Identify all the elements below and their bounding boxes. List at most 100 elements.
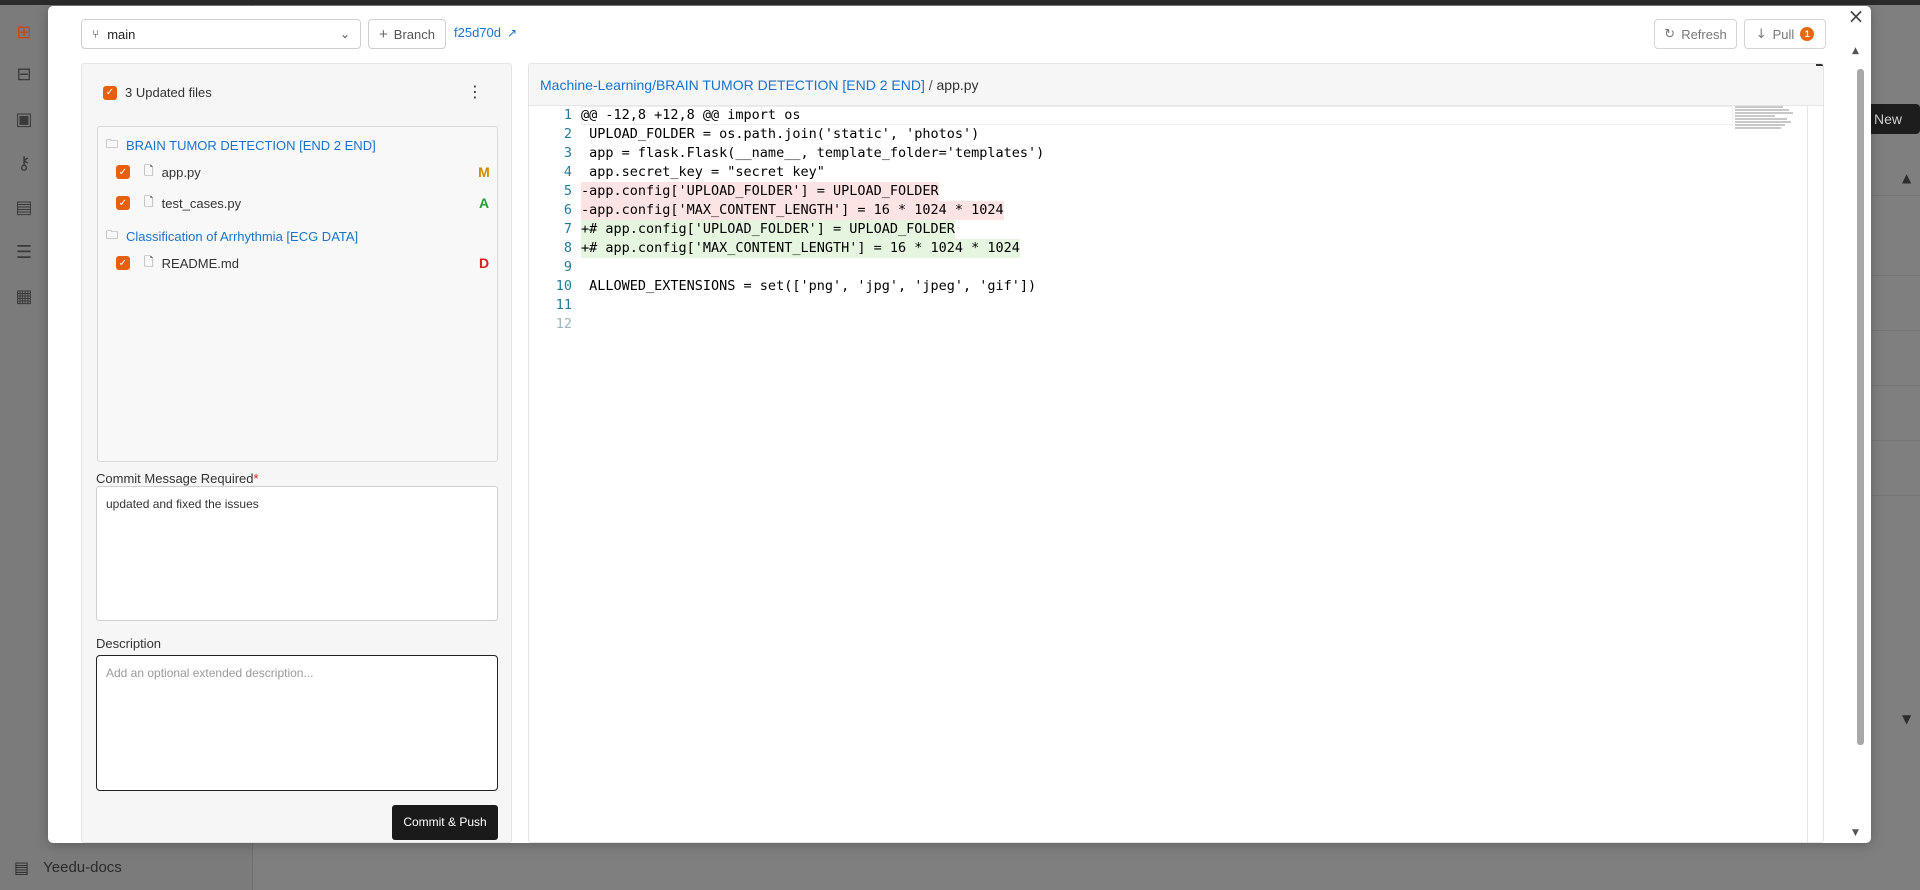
new-branch-button[interactable]: + Branch xyxy=(368,19,446,49)
file-name: app.py xyxy=(161,164,201,180)
board-icon[interactable]: ▤ xyxy=(14,198,34,218)
line-number: 1 xyxy=(563,107,572,123)
line-number: 2 xyxy=(563,126,572,142)
folder-name: BRAIN TUMOR DETECTION [END 2 END] xyxy=(126,138,376,153)
diff-line: 8 +# app.config['MAX_CONTENT_LENGTH'] = 1… xyxy=(529,239,1735,258)
folder-name: Classification of Arrhythmia [ECG DATA] xyxy=(126,229,359,244)
sort-caret-icon: ▲ xyxy=(1902,171,1912,185)
status-badge: M xyxy=(478,164,490,180)
changes-panel: ✓ 3 Updated files ⋮ 🗀 BRAIN TUMOR DETECT… xyxy=(81,63,512,843)
notebook-icon[interactable]: ▦ xyxy=(14,287,34,307)
commit-hash: f25d70d xyxy=(454,25,501,40)
diff-line: 4 app.secret_key = "secret key" xyxy=(529,163,1735,182)
dropdown-caret-icon: ▼ xyxy=(1902,712,1912,726)
close-icon[interactable]: × xyxy=(1846,6,1866,26)
diff-panel: Machine-Learning/BRAIN TUMOR DETECTION [… xyxy=(528,63,1824,843)
refresh-button[interactable]: ↻ Refresh xyxy=(1654,19,1737,49)
line-text: @@ -12,8 +12,8 @@ import os xyxy=(581,107,801,123)
diff-line: 3 app = flask.Flask(__name__, template_f… xyxy=(529,144,1735,163)
pull-count-badge: 1 xyxy=(1800,27,1815,41)
description-input[interactable] xyxy=(96,655,498,791)
line-text: -app.config['MAX_CONTENT_LENGTH'] = 16 *… xyxy=(581,201,1004,220)
breadcrumb-separator: / xyxy=(924,77,937,93)
badge-icon[interactable]: ▣ xyxy=(14,110,34,130)
database-icon[interactable]: ☰ xyxy=(14,243,34,263)
line-text: ALLOWED_EXTENSIONS = set(['png', 'jpg', … xyxy=(581,278,1037,294)
diff-line: 12 xyxy=(529,315,1735,334)
editor-minimap[interactable] xyxy=(1735,106,1793,130)
line-text: -app.config['UPLOAD_FOLDER'] = UPLOAD_FO… xyxy=(581,182,939,201)
commit-push-button[interactable]: Commit & Push xyxy=(392,805,498,840)
line-number: 11 xyxy=(555,297,572,313)
diff-editor[interactable]: 1 @@ -12,8 +12,8 @@ import os 2 UPLOAD_FOL… xyxy=(529,106,1807,842)
file-name: test_cases.py xyxy=(161,195,242,211)
diff-line: 9 xyxy=(529,258,1735,277)
file-checkbox[interactable]: ✓ xyxy=(116,196,130,210)
file-checkbox[interactable]: ✓ xyxy=(116,165,130,179)
line-text: app = flask.Flask(__name__, template_fol… xyxy=(581,145,1045,161)
more-options-icon[interactable]: ⋮ xyxy=(467,82,483,101)
file-tree: 🗀 BRAIN TUMOR DETECTION [END 2 END] ✓ 🗋 … xyxy=(97,126,498,462)
editor-scroll-indicator[interactable] xyxy=(1816,64,1823,66)
git-branch-icon: ⑂ xyxy=(92,27,100,41)
description-label: Description xyxy=(96,636,162,651)
scroll-up-icon[interactable]: ▲ xyxy=(1852,46,1859,56)
line-number: 12 xyxy=(555,316,572,332)
file-icon: 🗋 xyxy=(144,254,154,269)
line-number: 4 xyxy=(563,164,572,180)
line-text: app.secret_key = "secret key" xyxy=(581,164,825,180)
scroll-down-icon[interactable]: ▼ xyxy=(1852,828,1859,838)
folder-icon: 🗀 xyxy=(106,137,119,151)
files-header: ✓ 3 Updated files xyxy=(103,85,212,100)
branch-button-label: Branch xyxy=(393,26,435,42)
breadcrumb-path-link[interactable]: Machine-Learning/BRAIN TUMOR DETECTION [… xyxy=(540,77,925,93)
folder-icon: 🗀 xyxy=(106,228,119,242)
folder-item[interactable]: 🗀 Classification of Arrhythmia [ECG DATA… xyxy=(106,226,358,247)
line-number: 9 xyxy=(563,259,572,275)
diff-line: 11 xyxy=(529,296,1735,315)
chevron-down-icon: ⌄ xyxy=(339,27,350,41)
key-icon[interactable]: ⚷ xyxy=(14,154,34,174)
external-link-icon: ↗ xyxy=(507,25,518,40)
file-row[interactable]: ✓ 🗋 app.py M xyxy=(116,161,491,183)
folder-item[interactable]: 🗀 BRAIN TUMOR DETECTION [END 2 END] xyxy=(106,135,376,156)
line-number: 3 xyxy=(563,145,572,161)
breadcrumb: Machine-Learning/BRAIN TUMOR DETECTION [… xyxy=(529,64,1823,106)
select-all-checkbox[interactable]: ✓ xyxy=(103,85,117,100)
file-icon: 🗋 xyxy=(144,194,154,209)
commit-message-input[interactable] xyxy=(96,486,498,621)
docs-icon: ▤ xyxy=(14,858,30,877)
status-badge: A xyxy=(478,195,490,211)
sidebar-item-docs[interactable]: ▤ Yeedu-docs xyxy=(14,858,122,877)
file-row[interactable]: ✓ 🗋 README.md D xyxy=(116,252,491,274)
diff-line: 6 -app.config['MAX_CONTENT_LENGTH'] = 16 … xyxy=(529,201,1735,220)
workspace-icon[interactable]: ⊞ xyxy=(14,23,34,43)
line-text: +# app.config['MAX_CONTENT_LENGTH'] = 16… xyxy=(581,239,1020,258)
line-text: +# app.config['UPLOAD_FOLDER'] = UPLOAD_… xyxy=(581,220,955,239)
diff-line: 2 UPLOAD_FOLDER = os.path.join('static',… xyxy=(529,125,1735,144)
line-number: 6 xyxy=(563,202,572,218)
diff-line: 10 ALLOWED_EXTENSIONS = set(['png', 'jpg… xyxy=(529,277,1735,296)
plus-icon: + xyxy=(379,25,388,43)
line-text: UPLOAD_FOLDER = os.path.join('static', '… xyxy=(581,126,980,142)
commit-hash-link[interactable]: f25d70d ↗ xyxy=(454,25,517,40)
file-row[interactable]: ✓ 🗋 test_cases.py A xyxy=(116,192,491,214)
docs-label: Yeedu-docs xyxy=(43,859,122,876)
pull-label: Pull xyxy=(1772,26,1795,42)
hierarchy-icon[interactable]: ⊟ xyxy=(14,65,34,85)
branch-select[interactable]: ⑂ main ⌄ xyxy=(81,19,361,49)
updated-files-count: 3 Updated files xyxy=(125,85,212,100)
commit-modal: × ⑂ main ⌄ + Branch f25d70d ↗ ↻ Refresh … xyxy=(48,6,1871,843)
pull-button[interactable]: ↓ Pull 1 xyxy=(1744,19,1826,49)
diff-line: 5 -app.config['UPLOAD_FOLDER'] = UPLOAD_F… xyxy=(529,182,1735,201)
refresh-icon: ↻ xyxy=(1664,26,1676,42)
file-checkbox[interactable]: ✓ xyxy=(116,256,130,270)
file-icon: 🗋 xyxy=(144,163,154,178)
file-name: README.md xyxy=(161,255,239,271)
branch-name: main xyxy=(107,26,136,42)
required-marker: * xyxy=(253,471,259,486)
diff-line: 7 +# app.config['UPLOAD_FOLDER'] = UPLOAD… xyxy=(529,220,1735,239)
line-number: 10 xyxy=(555,278,572,294)
modal-scrollbar[interactable] xyxy=(1857,69,1864,745)
line-number: 5 xyxy=(563,183,572,199)
